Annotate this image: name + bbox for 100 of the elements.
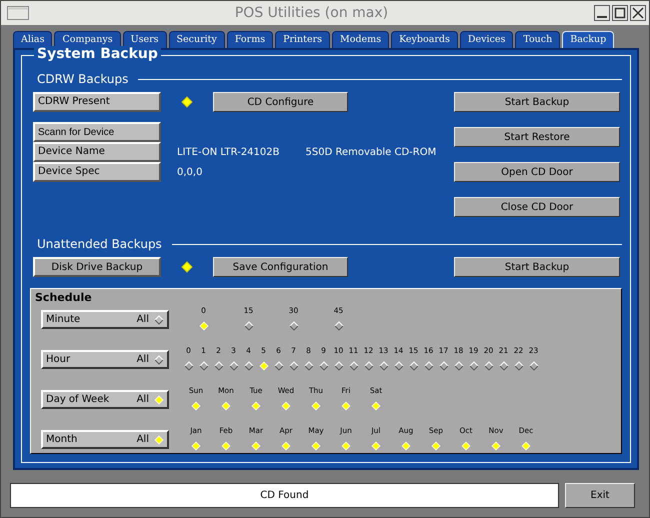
option-toggle-icon[interactable] <box>491 441 501 451</box>
option-toggle-icon[interactable] <box>394 361 404 371</box>
tab[interactable]: Modems <box>332 31 390 48</box>
all-label: All <box>136 434 149 445</box>
window-title: POS Utilities (on max) <box>234 5 390 21</box>
option-toggle-icon[interactable] <box>258 361 268 371</box>
option-toggle-icon[interactable] <box>244 321 254 331</box>
option-toggle-icon[interactable] <box>371 441 381 451</box>
option-toggle-icon[interactable] <box>484 361 494 371</box>
window-icon[interactable] <box>7 6 29 20</box>
option-toggle-icon[interactable] <box>184 361 194 371</box>
option-toggle-icon[interactable] <box>528 361 538 371</box>
option-toggle-icon[interactable] <box>221 441 231 451</box>
page-title: System Backup <box>34 46 161 62</box>
option-toggle-icon[interactable] <box>341 401 351 411</box>
option-toggle-icon[interactable] <box>364 361 374 371</box>
all-toggle-icon[interactable] <box>154 354 164 364</box>
device-type-value: 5S0D Removable CD-ROM <box>306 146 436 158</box>
schedule-field[interactable]: Month All <box>41 430 169 449</box>
option-toggle-icon[interactable] <box>521 441 531 451</box>
option-toggle-icon[interactable] <box>288 321 298 331</box>
scan-button[interactable]: Scann for Device <box>33 122 161 142</box>
option-toggle-icon[interactable] <box>281 401 291 411</box>
tab[interactable]: Backup <box>562 31 614 49</box>
option-toggle-icon[interactable] <box>371 401 381 411</box>
option-toggle-icon[interactable] <box>228 361 238 371</box>
field-label: Minute <box>46 314 82 325</box>
option-toggle-icon[interactable] <box>304 361 314 371</box>
schedule-field[interactable]: Hour All <box>41 350 169 369</box>
option-toggle-icon[interactable] <box>274 361 284 371</box>
action-button[interactable]: Open CD Door <box>454 162 620 182</box>
option-toggle-icon[interactable] <box>431 441 441 451</box>
option-toggle-icon[interactable] <box>341 441 351 451</box>
all-toggle-icon[interactable] <box>154 394 164 404</box>
save-configuration-button[interactable]: Save Configuration <box>213 257 348 277</box>
cd-configure-button[interactable]: CD Configure <box>213 92 348 112</box>
option-toggle-icon[interactable] <box>424 361 434 371</box>
option-toggle-icon[interactable] <box>311 441 321 451</box>
exit-button[interactable]: Exit <box>565 483 635 508</box>
start-backup-button[interactable]: Start Backup <box>454 257 620 277</box>
option-toggle-icon[interactable] <box>311 401 321 411</box>
action-button[interactable]: Start Restore <box>454 127 620 147</box>
option-toggle-icon[interactable] <box>408 361 418 371</box>
minimize-icon[interactable] <box>594 5 610 21</box>
option-toggle-icon[interactable] <box>191 401 201 411</box>
option-toggle-icon[interactable] <box>244 361 254 371</box>
option-toggle-icon[interactable] <box>198 321 208 331</box>
status-indicator-icon[interactable] <box>181 261 193 273</box>
maximize-icon[interactable] <box>612 5 628 21</box>
option-toggle-icon[interactable] <box>334 321 344 331</box>
tab[interactable]: Security <box>168 31 225 48</box>
field-label: Device Spec <box>33 162 161 182</box>
option-toggle-icon[interactable] <box>514 361 524 371</box>
option-toggle-icon[interactable] <box>401 441 411 451</box>
option-toggle-icon[interactable] <box>288 361 298 371</box>
tab[interactable]: Printers <box>275 31 330 48</box>
tab[interactable]: Touch <box>515 31 560 48</box>
section-heading: CDRW Backups <box>36 72 128 86</box>
option-toggle-icon[interactable] <box>438 361 448 371</box>
tab[interactable]: Forms <box>226 31 274 48</box>
close-icon[interactable] <box>630 5 646 21</box>
all-label: All <box>136 354 149 365</box>
schedule-field[interactable]: Minute All <box>41 310 169 329</box>
action-button[interactable]: Close CD Door <box>454 197 620 217</box>
field-label: CDRW Present <box>33 92 161 112</box>
all-label: All <box>136 314 149 325</box>
all-toggle-icon[interactable] <box>154 314 164 324</box>
tab[interactable]: Devices <box>460 31 514 48</box>
option-toggle-icon[interactable] <box>281 441 291 451</box>
schedule-title: Schedule <box>35 291 92 304</box>
option-toggle-icon[interactable] <box>378 361 388 371</box>
all-toggle-icon[interactable] <box>154 434 164 444</box>
device-spec-value: 0,0,0 <box>177 166 202 178</box>
status-field: CD Found <box>10 483 559 508</box>
option-toggle-icon[interactable] <box>334 361 344 371</box>
disk-backup-button[interactable]: Disk Drive Backup <box>33 257 161 277</box>
status-indicator-icon[interactable] <box>181 96 193 108</box>
option-toggle-icon[interactable] <box>191 441 201 451</box>
field-label: Month <box>46 434 78 445</box>
schedule-field[interactable]: Day of Week All <box>41 390 169 409</box>
option-toggle-icon[interactable] <box>468 361 478 371</box>
option-toggle-icon[interactable] <box>251 401 261 411</box>
option-toggle-icon[interactable] <box>214 361 224 371</box>
option-toggle-icon[interactable] <box>348 361 358 371</box>
action-button[interactable]: Start Backup <box>454 92 620 112</box>
tab[interactable]: Keyboards <box>391 31 458 48</box>
tab[interactable]: Users <box>122 31 167 48</box>
field-label: Device Name <box>33 142 161 162</box>
device-name-value: LITE-ON LTR-24102B <box>177 146 280 158</box>
option-toggle-icon[interactable] <box>251 441 261 451</box>
tab[interactable]: Alias <box>13 31 52 48</box>
option-toggle-icon[interactable] <box>461 441 471 451</box>
option-toggle-icon[interactable] <box>221 401 231 411</box>
option-toggle-icon[interactable] <box>498 361 508 371</box>
section-heading: Unattended Backups <box>36 237 162 251</box>
option-toggle-icon[interactable] <box>198 361 208 371</box>
field-label: Day of Week <box>46 394 110 405</box>
field-label: Hour <box>46 354 72 365</box>
option-toggle-icon[interactable] <box>318 361 328 371</box>
option-toggle-icon[interactable] <box>454 361 464 371</box>
